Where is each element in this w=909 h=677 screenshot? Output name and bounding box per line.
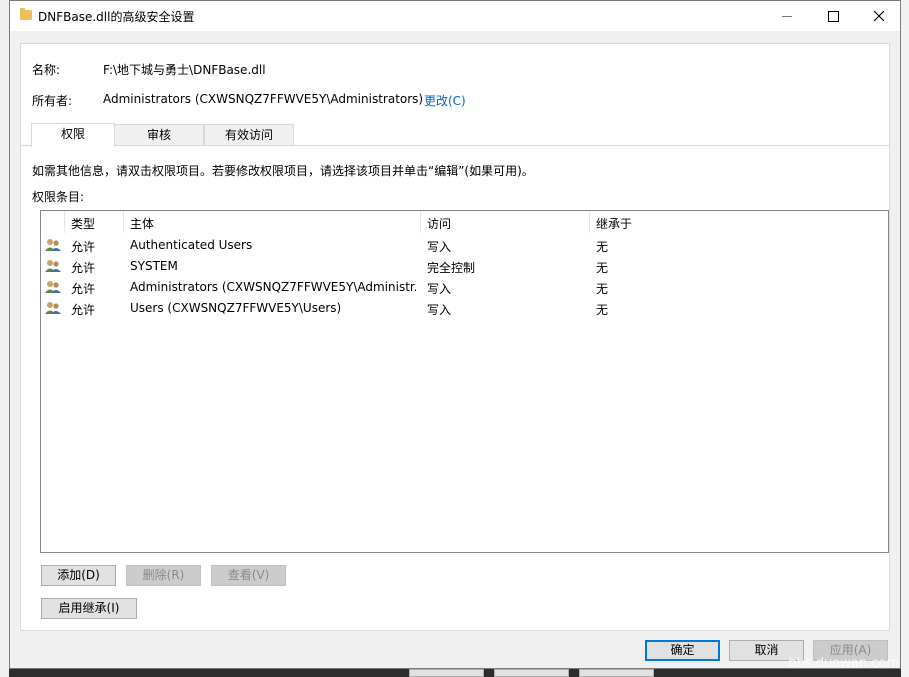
row-access: 写入 [427,282,452,296]
tab-permissions[interactable]: 权限 [31,123,115,147]
row-access: 完全控制 [427,261,476,275]
maximize-icon [827,10,839,22]
column-separator [420,211,421,233]
advanced-security-settings-window: DNFBase.dll的高级安全设置 名称: F:\地下城与勇士\DNFBase… [9,0,901,669]
background-window-right [901,0,909,677]
row-principal: Users (CXWSNQZ7FFWVE5Y\Users) [130,301,342,315]
minimize-icon [782,15,792,17]
row-type: 允许 [71,261,96,275]
tab-effective-access[interactable]: 有效访问 [204,124,294,146]
users-icon [45,239,61,251]
permission-entries-list[interactable]: 类型 主体 访问 继承于 允许 Authenticated Users 写入 无… [40,210,889,553]
column-header-type[interactable]: 类型 [71,215,95,232]
folder-icon [20,8,32,20]
ok-button[interactable]: 确定 [645,640,720,661]
row-inherited: 无 [596,261,609,275]
row-principal: Authenticated Users [130,238,253,252]
close-button[interactable] [856,1,902,31]
column-header-principal[interactable]: 主体 [130,215,154,232]
table-row[interactable]: 允许 Administrators (CXWSNQZ7FFWVE5Y\Admin… [41,277,888,298]
watermark-text: bbs.duowan.com [788,656,899,671]
tab-auditing[interactable]: 审核 [114,124,204,146]
table-row[interactable]: 允许 SYSTEM 完全控制 无 [41,256,888,277]
row-inherited: 无 [596,240,609,254]
maximize-button[interactable] [810,1,856,31]
instructions-text: 如需其他信息，请双击权限项目。若要修改权限项目，请选择该项目并单击“编辑”(如果… [32,164,534,178]
users-icon [45,281,61,293]
name-value: F:\地下城与勇士\DNFBase.dll [103,63,266,77]
window-title: DNFBase.dll的高级安全设置 [38,10,195,24]
content-panel: 名称: F:\地下城与勇士\DNFBase.dll 所有者: Administr… [20,43,890,631]
column-header-access[interactable]: 访问 [427,215,451,232]
entries-label: 权限条目: [32,190,85,204]
close-icon [873,10,885,22]
row-access: 写入 [427,303,452,317]
column-separator [123,211,124,233]
tab-divider [21,145,889,146]
row-type: 允许 [71,282,96,296]
remove-button[interactable]: 删除(R) [126,565,201,586]
background-taskarea [9,669,901,677]
table-row[interactable]: 允许 Authenticated Users 写入 无 [41,235,888,256]
minimize-button[interactable] [764,1,810,31]
owner-label: 所有者: [32,94,73,108]
add-button[interactable]: 添加(D) [41,565,116,586]
column-header-inherited[interactable]: 继承于 [596,215,632,232]
row-type: 允许 [71,240,96,254]
column-separator [589,211,590,233]
row-inherited: 无 [596,303,609,317]
owner-value: Administrators (CXWSNQZ7FFWVE5Y\Administ… [103,92,424,106]
background-window-left [0,0,9,677]
column-separator [64,211,65,233]
enable-inheritance-button[interactable]: 启用继承(I) [41,598,137,619]
row-inherited: 无 [596,282,609,296]
users-icon [45,302,61,314]
row-type: 允许 [71,303,96,317]
row-principal: Administrators (CXWSNQZ7FFWVE5Y\Administ… [130,280,416,294]
table-row[interactable]: 允许 Users (CXWSNQZ7FFWVE5Y\Users) 写入 无 [41,298,888,319]
view-button[interactable]: 查看(V) [211,565,286,586]
list-header: 类型 主体 访问 继承于 [41,211,888,233]
title-bar[interactable]: DNFBase.dll的高级安全设置 [10,1,900,31]
change-owner-link[interactable]: 更改(C) [424,92,466,109]
users-icon [45,260,61,272]
name-label: 名称: [32,63,61,77]
row-principal: SYSTEM [130,259,178,273]
row-access: 写入 [427,240,452,254]
